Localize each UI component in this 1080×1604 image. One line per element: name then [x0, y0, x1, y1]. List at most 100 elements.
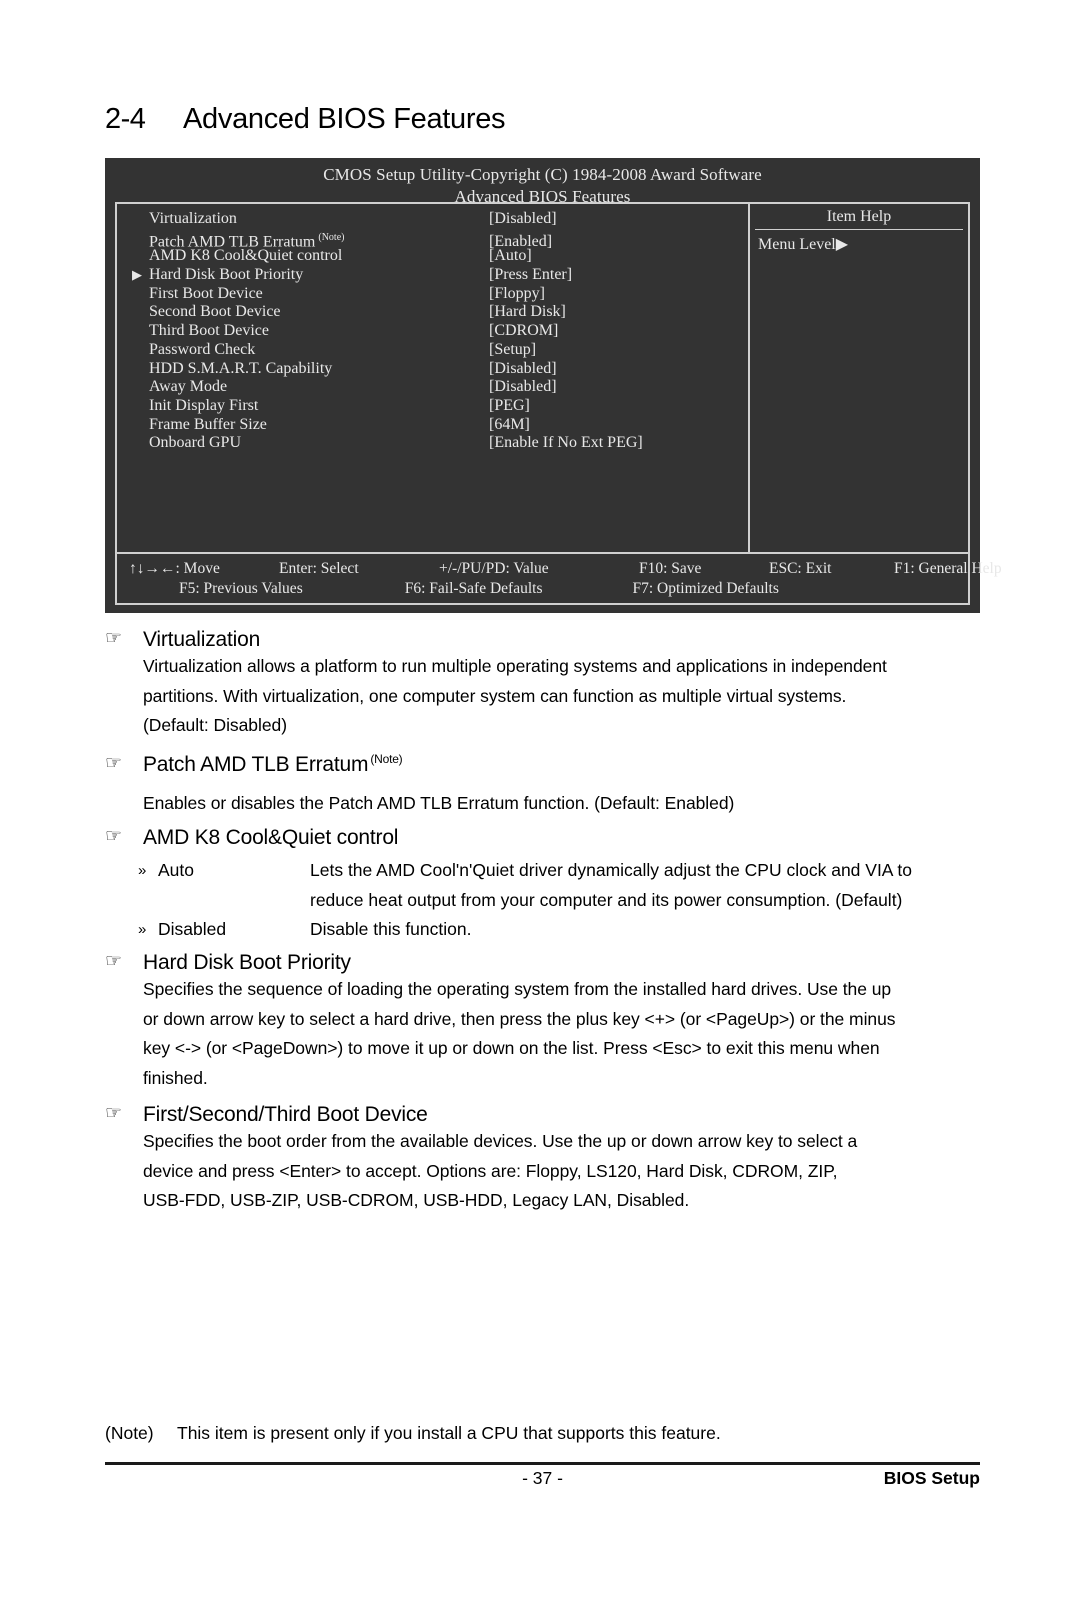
bios-menu-item-value[interactable]: [Enable If No Ext PEG]: [489, 434, 643, 453]
bios-menu-item[interactable]: Onboard GPU [Enable If No Ext PEG]: [117, 434, 748, 453]
bios-menu-item-label: Frame Buffer Size: [149, 415, 267, 433]
page-number: - 37 -: [522, 1468, 563, 1488]
footer-divider: [105, 1462, 980, 1465]
bios-menu-item-label: Password Check: [149, 340, 256, 358]
bios-key-hint: +/-/PU/PD: Value: [439, 560, 549, 577]
bios-menu-item-value[interactable]: [Floppy]: [489, 285, 545, 304]
bios-menu-item[interactable]: Away Mode [Disabled]: [117, 378, 748, 397]
section-heading-text: First/Second/Third Boot Device: [143, 1103, 428, 1126]
bios-menu-item-label: Init Display First: [149, 396, 259, 414]
section-heading: ☞ AMD K8 Cool&Quiet control: [105, 826, 985, 850]
bios-menu-item-label: Third Boot Device: [149, 322, 269, 340]
paragraph-line: Specifies the boot order from the availa…: [143, 1131, 858, 1151]
paragraph-line: or down arrow key to select a hard drive…: [143, 1008, 896, 1029]
option-row: » Disabled Disable this function.: [138, 915, 985, 945]
section-heading-text: Virtualization: [143, 628, 261, 651]
bios-menu-item[interactable]: HDD S.M.A.R.T. Capability [Disabled]: [117, 360, 748, 379]
bios-key-hint: F7: Optimized Defaults: [632, 580, 779, 597]
page-footer: - 37 - BIOS Setup: [105, 1468, 980, 1498]
paragraph-line: partitions. With virtualization, one com…: [143, 685, 847, 706]
submenu-arrow-icon: ▶: [132, 267, 142, 283]
bios-key-hint: F10: Save: [639, 560, 702, 577]
bios-item-help-panel: Item Help Menu Level▶: [748, 204, 968, 552]
bios-menu-item-value[interactable]: [Disabled]: [489, 378, 557, 397]
bios-menu-item-value[interactable]: [Disabled]: [489, 360, 557, 379]
bios-key-legend-row-1: ↑↓→←: Move Enter: Select +/-/PU/PD: Value F…: [117, 559, 1002, 579]
item-help-title: Item Help: [755, 205, 963, 230]
bios-menu-item-value[interactable]: [Setup]: [489, 341, 536, 360]
bios-menu-item[interactable]: Password Check [Setup]: [117, 341, 748, 360]
double-chevron-icon: »: [138, 862, 147, 879]
bios-menu-item[interactable]: Second Boot Device [Hard Disk]: [117, 303, 748, 322]
section-patch-amd-tlb-erratum: ☞ Patch AMD TLB Erratum (Note) Enables or…: [105, 752, 985, 819]
bios-item-list: Virtualization [Disabled] Patch AMD TLB Er…: [117, 204, 748, 552]
bios-key-hint: ESC: Exit: [769, 560, 832, 577]
pointing-hand-icon: ☞: [105, 628, 122, 649]
pointing-hand-icon: ☞: [105, 753, 122, 774]
bios-key-hint: Enter: Select: [279, 560, 359, 577]
option-name: Auto: [158, 860, 194, 880]
bios-menu-item-value[interactable]: [PEG]: [489, 397, 530, 416]
section-heading: ☞ Patch AMD TLB Erratum (Note): [105, 752, 985, 777]
paragraph-line: Enables or disables the Patch AMD TLB Er…: [143, 793, 735, 813]
bios-menu-item-label: Second Boot Device: [149, 303, 281, 321]
note-superscript: (Note): [318, 231, 345, 243]
bios-frame: Virtualization [Disabled] Patch AMD TLB Er…: [115, 202, 1002, 605]
section-boot-device: ☞ First/Second/Third Boot Device Specifi…: [105, 1103, 985, 1216]
bios-menu-item[interactable]: First Boot Device [Floppy]: [117, 285, 748, 304]
section-heading-text: Hard Disk Boot Priority: [143, 951, 351, 974]
bios-menu-item[interactable]: Virtualization [Disabled]: [117, 210, 748, 229]
pointing-hand-icon: ☞: [105, 1103, 122, 1124]
paragraph-line: Specifies the sequence of loading the op…: [143, 979, 892, 999]
bios-setup-screen: CMOS Setup Utility-Copyright (C) 1984-20…: [105, 158, 1002, 613]
option-description: Disable this function.: [310, 919, 472, 939]
bios-menu-item[interactable]: Init Display First [PEG]: [117, 397, 748, 416]
page-title: 2-4 Advanced BIOS Features: [105, 103, 985, 136]
bios-menu-item-value[interactable]: [64M]: [489, 416, 530, 435]
bios-menu-item[interactable]: Third Boot Device [CDROM]: [117, 322, 748, 341]
paragraph-line: USB-FDD, USB-ZIP, USB-CDROM, USB-HDD, Le…: [143, 1190, 690, 1210]
bios-menu-item-value[interactable]: [Disabled]: [489, 210, 557, 229]
paragraph-line: key <-> (or <PageDown>) to move it up or…: [143, 1038, 880, 1058]
section-heading-text: AMD K8 Cool&Quiet control: [143, 826, 399, 849]
paragraph-line: (Default: Disabled): [143, 715, 287, 735]
section-title: Advanced BIOS Features: [183, 103, 506, 135]
double-chevron-icon: »: [138, 921, 147, 938]
bios-titlebar: CMOS Setup Utility-Copyright (C) 1984-20…: [105, 158, 980, 208]
bios-menu-item[interactable]: ▶ Hard Disk Boot Priority [Press Enter]: [117, 266, 748, 285]
bios-menu-item[interactable]: Patch AMD TLB Erratum (Note) [Enabled]: [117, 229, 748, 250]
bios-menu-item-label: Virtualization: [149, 210, 237, 227]
bios-menu-item-value[interactable]: [Press Enter]: [489, 266, 572, 285]
section-number: 2-4: [105, 103, 146, 135]
footnote: (Note) This item is present only if you …: [105, 1420, 985, 1446]
menu-level-label: Menu Level▶: [758, 236, 849, 253]
bios-menu-item-label: Onboard GPU: [149, 434, 241, 452]
bios-menu-item-label: Away Mode: [149, 378, 228, 396]
footer-chapter-label: BIOS Setup: [883, 1468, 980, 1488]
section-hard-disk-boot-priority: ☞ Hard Disk Boot Priority Specifies the …: [105, 951, 985, 1093]
note-superscript: (Note): [370, 752, 403, 766]
section-heading: ☞ Hard Disk Boot Priority: [105, 951, 985, 975]
bios-menu-item-label: HDD S.M.A.R.T. Capability: [149, 359, 333, 377]
bios-menu-item[interactable]: Frame Buffer Size [64M]: [117, 416, 748, 435]
bios-key-hint: F6: Fail-Safe Defaults: [404, 580, 543, 597]
bios-menu-item-value[interactable]: [Auto]: [489, 247, 532, 266]
footnote-text: This item is present only if you install…: [177, 1423, 721, 1443]
bios-key-legend: ↑↓→←: Move Enter: Select +/-/PU/PD: Value F…: [117, 554, 1002, 603]
bios-key-legend-row-2: F5: Previous Values F6: Fail-Safe Default…: [117, 579, 968, 599]
bios-copyright-line: CMOS Setup Utility-Copyright (C) 1984-20…: [323, 165, 762, 184]
bios-key-hint: F1: General Help: [894, 560, 1002, 577]
option-row: » Auto Lets the AMD Cool'n'Quiet driver …: [138, 856, 985, 886]
option-name: Disabled: [158, 919, 227, 939]
bios-menu-item-value[interactable]: [CDROM]: [489, 322, 558, 341]
paragraph-line: device and press <Enter> to accept. Opti…: [143, 1160, 838, 1181]
bios-key-hint: ↑↓→←: Move: [129, 560, 220, 577]
bios-menu-item-value[interactable]: [Hard Disk]: [489, 303, 566, 322]
bios-body: Virtualization [Disabled] Patch AMD TLB Er…: [117, 204, 968, 554]
section-heading: ☞ Virtualization: [105, 628, 985, 652]
footnote-tag: (Note): [105, 1423, 154, 1443]
option-description: Lets the AMD Cool'n'Quiet driver dynamic…: [310, 860, 912, 880]
section-virtualization: ☞ Virtualization Virtualization allows a…: [105, 628, 985, 741]
pointing-hand-icon: ☞: [105, 826, 122, 847]
bios-menu-item[interactable]: AMD K8 Cool&Quiet control [Auto]: [117, 247, 748, 266]
